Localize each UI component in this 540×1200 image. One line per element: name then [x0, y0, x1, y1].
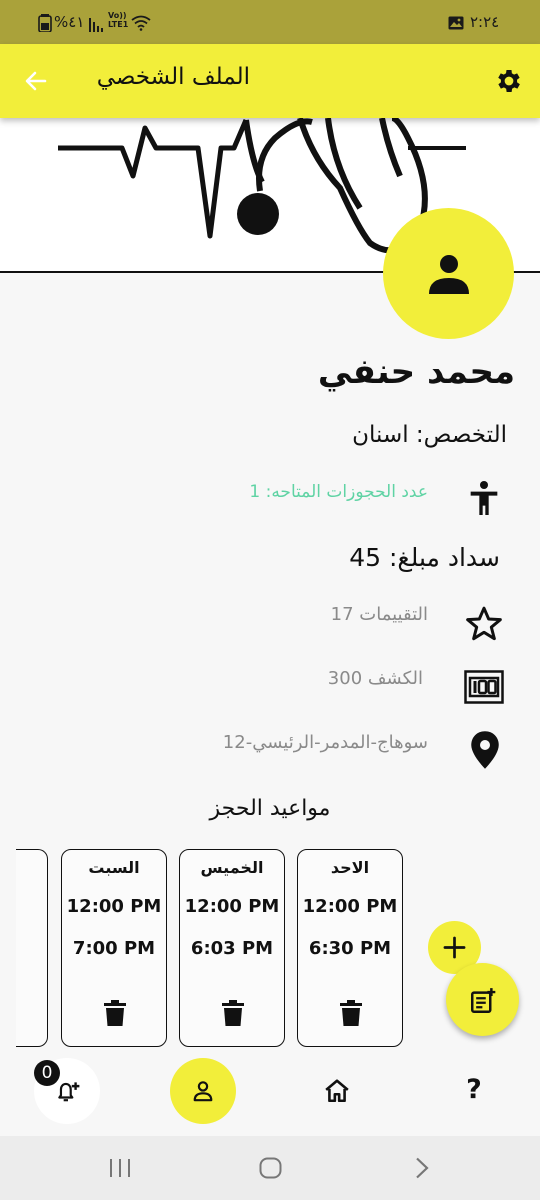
schedule-day: الخميس: [200, 858, 264, 877]
schedule-day: السبت: [88, 858, 140, 877]
specialty: التخصص: اسنان: [352, 422, 507, 448]
schedule-end-time: 6:03 PM: [190, 938, 274, 959]
available-bookings: عدد الحجوزات المتاحه: 1: [249, 482, 428, 502]
star-icon: [466, 606, 502, 641]
schedule-card: الخميس 12:00 PM 6:03 PM: [179, 849, 285, 1047]
clock: ٢:٢٤: [470, 13, 500, 31]
home-circle-icon[interactable]: [259, 1157, 282, 1179]
gallery-icon: [448, 16, 464, 30]
location-pin-icon: [471, 731, 499, 769]
person-outline-icon: [193, 1081, 213, 1102]
schedule-end-time: 7:00 PM: [72, 938, 156, 959]
arrow-left-icon[interactable]: [24, 69, 48, 93]
back-chevron-icon[interactable]: [414, 1157, 430, 1179]
schedule-card-partial: [16, 849, 48, 1047]
person-icon: [429, 255, 469, 294]
home-icon[interactable]: [324, 1078, 350, 1104]
accessibility-icon: [470, 481, 498, 515]
help-button[interactable]: ?: [462, 1074, 486, 1105]
schedule-day: الاحد: [330, 858, 370, 877]
system-navigation-bar: [0, 1136, 540, 1200]
add-note-fab[interactable]: [446, 963, 519, 1036]
fee-box-icon: [464, 670, 504, 704]
battery-percent: %٤١: [54, 13, 85, 31]
nav-profile[interactable]: [170, 1058, 236, 1124]
consultation-fee: الكشف 300: [327, 668, 423, 689]
schedule-card: الاحد 12:00 PM 6:30 PM: [297, 849, 403, 1047]
battery-icon: [38, 14, 52, 32]
trash-icon[interactable]: [103, 1000, 127, 1026]
wifi-icon: [131, 15, 151, 31]
app-bar: الملف الشخصي: [0, 44, 540, 118]
volte-indicator: Vo)) LTE1: [108, 11, 129, 29]
address: سوهاج-المدمر-الرئيسي-12: [222, 732, 428, 753]
page-title: الملف الشخصي: [96, 64, 250, 90]
gear-icon[interactable]: [494, 66, 524, 96]
trash-icon[interactable]: [339, 1000, 363, 1026]
schedule-title: مواعيد الحجز: [209, 796, 331, 821]
notification-badge: 0: [34, 1060, 60, 1086]
note-add-icon: [471, 988, 496, 1013]
payment-amount: سداد مبلغ: 45: [349, 543, 500, 572]
status-bar: %٤١ Vo)) LTE1 ٢:٢٤: [0, 0, 540, 44]
plus-icon: [443, 936, 466, 959]
schedule-start-time: 12:00 PM: [66, 896, 162, 917]
schedule-card: السبت 12:00 PM 7:00 PM: [61, 849, 167, 1047]
schedule-end-time: 6:30 PM: [308, 938, 392, 959]
recent-apps-icon[interactable]: [108, 1158, 132, 1178]
bell-add-icon: [58, 1082, 80, 1102]
signal-icon: [89, 18, 103, 32]
schedule-start-time: 12:00 PM: [302, 896, 398, 917]
trash-icon[interactable]: [221, 1000, 245, 1026]
schedule-start-time: 12:00 PM: [184, 896, 280, 917]
ratings: التقييمات 17: [330, 604, 428, 625]
doctor-name: محمد حنفي: [317, 352, 515, 392]
profile-avatar[interactable]: [383, 208, 514, 339]
